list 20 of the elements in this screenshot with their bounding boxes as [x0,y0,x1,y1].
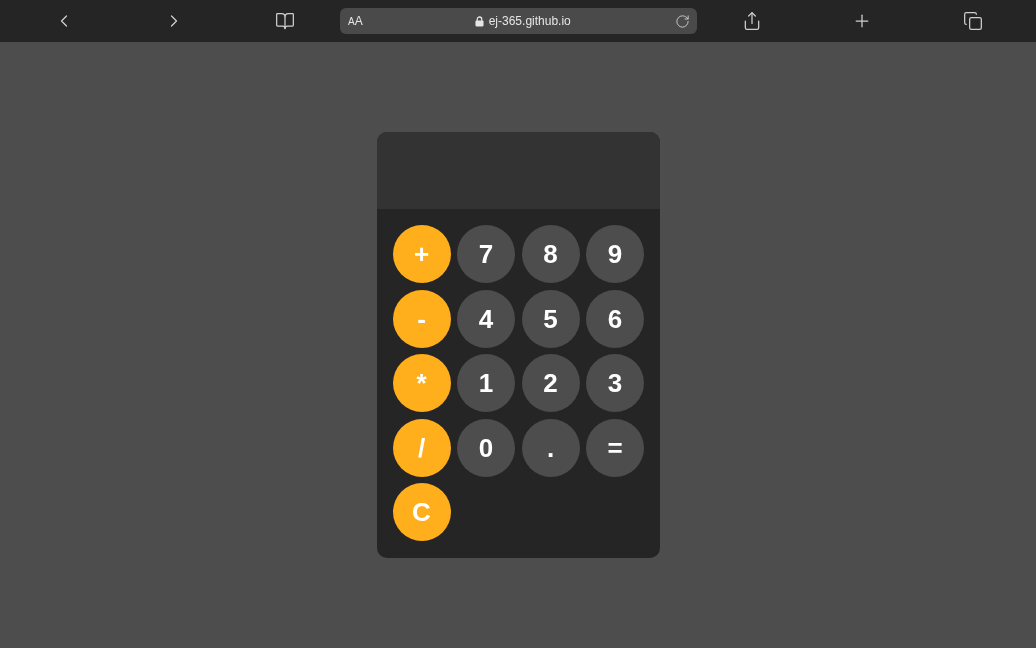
text-size-button[interactable]: AA [348,15,363,27]
address-text: ej-365.github.io [488,13,571,30]
number-key[interactable]: 2 [521,354,580,412]
number-key[interactable]: 4 [457,289,515,348]
reload-icon[interactable] [675,13,690,29]
number-key[interactable]: 5 [521,289,580,348]
number-key[interactable]: 0 [457,418,515,477]
number-key[interactable]: 6 [586,289,644,348]
address-bar[interactable]: AA ej-365.github.io [340,8,697,34]
tabs-icon [963,11,983,31]
lock-icon [474,15,484,27]
number-key[interactable]: 7 [457,225,515,283]
equals-key[interactable]: = [586,418,644,477]
number-key[interactable]: 8 [521,225,580,283]
number-key[interactable]: 9 [586,225,644,283]
number-key[interactable]: 3 [586,354,644,412]
share-icon [742,11,762,31]
book-icon [275,11,295,31]
decimal-point-key[interactable]: . [521,418,580,477]
number-key[interactable]: 1 [457,354,515,412]
